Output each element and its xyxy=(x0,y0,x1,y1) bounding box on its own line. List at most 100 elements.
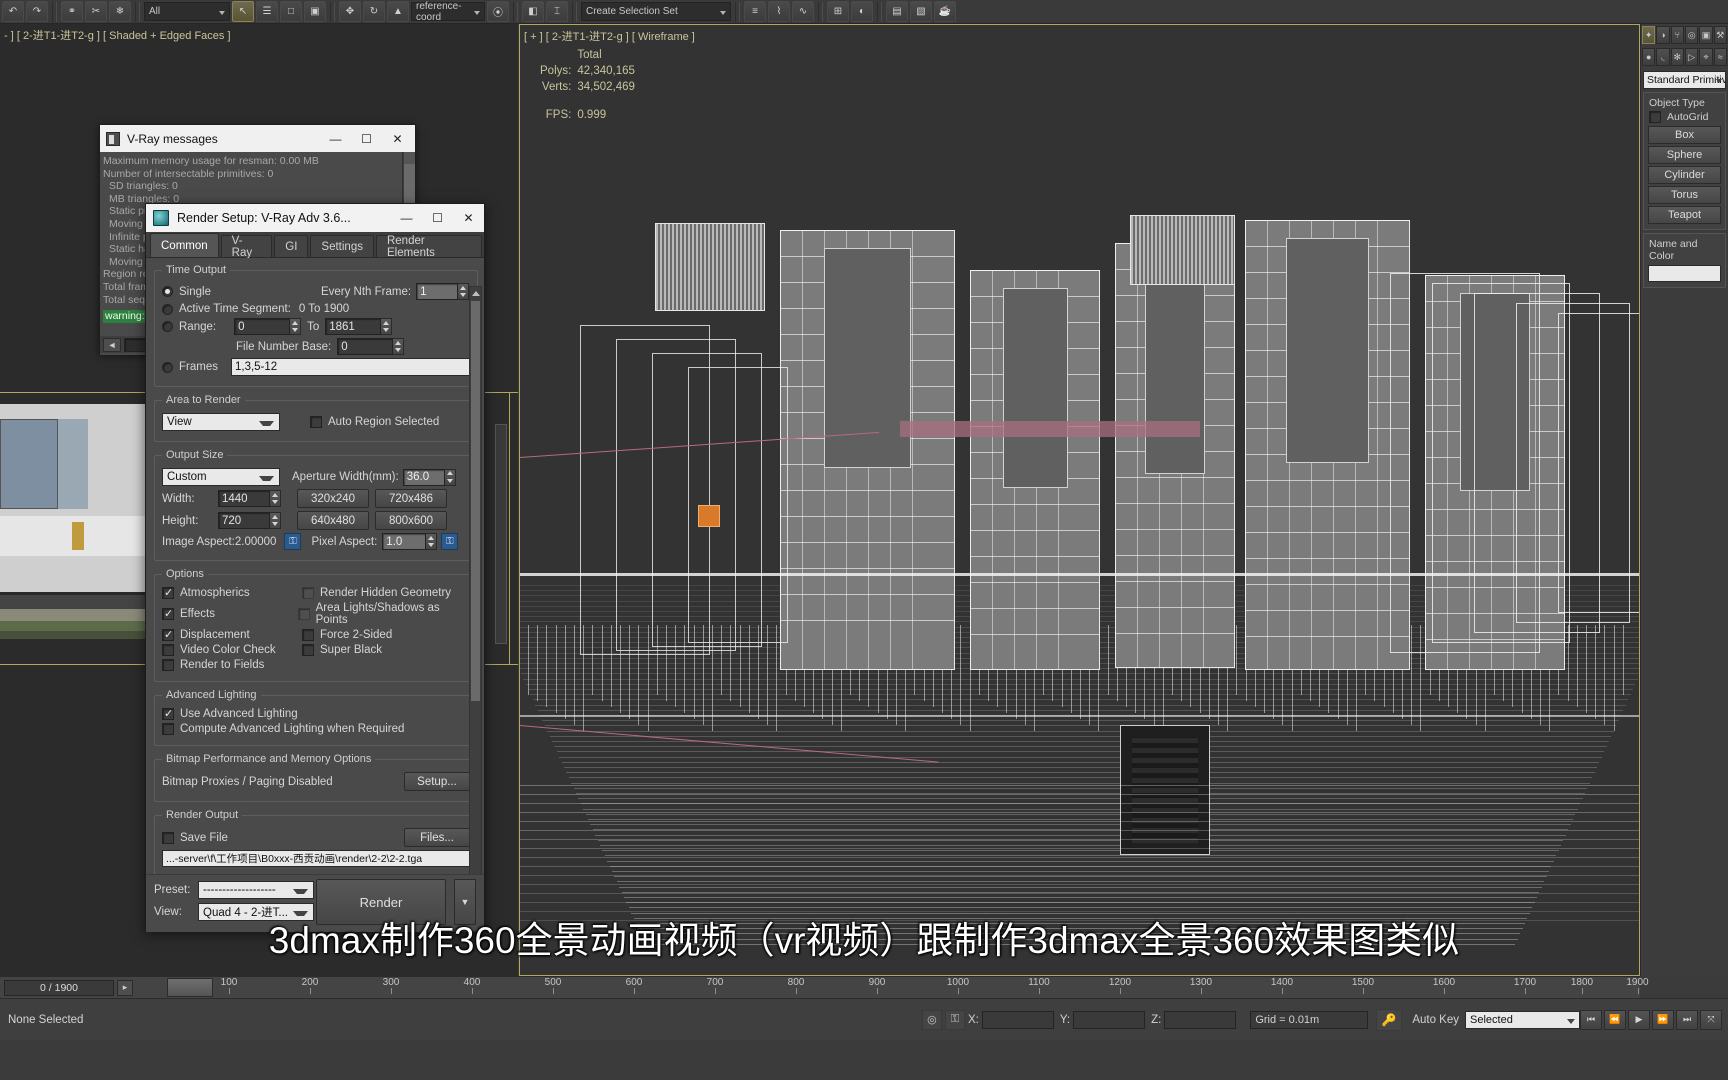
object-button-torus[interactable]: Torus xyxy=(1648,186,1721,204)
bind-space-warp-icon[interactable]: ❄ xyxy=(109,1,131,22)
scrollbar-thumb[interactable] xyxy=(404,164,415,206)
graph-editor-icon[interactable]: ⌇ xyxy=(768,1,790,22)
maximize-icon[interactable]: ☐ xyxy=(351,126,382,151)
main-toolbar[interactable]: ↶ ↷ ⚭ ✂ ❄ All ↖ ☰ □ ▣ ✥ ↻ ▲ reference-co… xyxy=(0,0,1728,24)
preset-combo[interactable]: ------------------- xyxy=(198,881,314,899)
preset-640x480-button[interactable]: 640x480 xyxy=(297,511,369,530)
window-crossing-icon[interactable]: ▣ xyxy=(304,1,326,22)
render-production-icon[interactable]: ☕ xyxy=(934,1,956,22)
render-button[interactable]: Render xyxy=(316,879,446,925)
displacement-checkbox[interactable] xyxy=(162,628,174,641)
tab-gi[interactable]: GI xyxy=(274,235,309,257)
tab-motion-icon[interactable]: ◎ xyxy=(1684,26,1699,44)
name-and-color-header[interactable]: Name and Color xyxy=(1647,237,1722,263)
category-shapes-icon[interactable]: ◟ xyxy=(1656,48,1670,66)
render-output-path-field[interactable]: ...-server\f\工作项目\B0xxx-西贡动画\render\2-2\… xyxy=(162,850,470,867)
auto-key-label[interactable]: Auto Key xyxy=(1412,1014,1459,1026)
radio-active-time-segment[interactable] xyxy=(162,303,173,315)
active-time-segment-row[interactable]: Active Time Segment: 0 To 1900 xyxy=(162,303,470,315)
render-setup-dialog[interactable]: Render Setup: V-Ray Adv 3.6... — ☐ ✕ Com… xyxy=(145,203,485,932)
single-row[interactable]: Single Every Nth Frame: 1 xyxy=(162,283,470,300)
curve-editor-icon[interactable]: ∿ xyxy=(792,1,814,22)
height-input[interactable]: 720 xyxy=(218,512,270,529)
radio-range[interactable] xyxy=(162,321,173,332)
preset-800x600-button[interactable]: 800x600 xyxy=(375,511,447,530)
video-color-check-checkbox[interactable] xyxy=(162,644,174,656)
coordinate-y[interactable]: Y: xyxy=(1060,1010,1146,1029)
files-button[interactable]: Files... xyxy=(404,828,470,847)
scrollbar-thumb[interactable] xyxy=(471,301,480,701)
render-setup-scrollbar[interactable] xyxy=(469,286,482,932)
select-link-icon[interactable]: ⚭ xyxy=(61,1,83,22)
every-nth-frame-input[interactable]: 1 xyxy=(416,283,459,300)
select-and-scale-icon[interactable]: ▲ xyxy=(387,1,409,22)
rectangular-selection-icon[interactable]: □ xyxy=(280,1,302,22)
previous-frame-icon[interactable]: ⏪ xyxy=(1604,1009,1626,1030)
radio-frames[interactable] xyxy=(162,361,173,373)
bitmap-setup-button[interactable]: Setup... xyxy=(404,772,470,791)
next-frame-icon[interactable]: ⏩ xyxy=(1652,1009,1674,1030)
select-object-icon[interactable]: ↖ xyxy=(232,1,254,22)
file-number-base-input[interactable]: 0 xyxy=(337,338,394,355)
output-path-row[interactable]: ...-server\f\工作项目\B0xxx-西贡动画\render\2-2\… xyxy=(162,850,470,867)
maximize-icon[interactable]: ☐ xyxy=(422,206,453,231)
category-helpers-icon[interactable]: ⌖ xyxy=(1699,48,1713,66)
super-black-checkbox[interactable] xyxy=(302,644,314,656)
subcategory-combo[interactable]: Standard Primitives xyxy=(1643,71,1726,89)
object-button-cylinder[interactable]: Cylinder xyxy=(1648,166,1721,184)
tab-settings[interactable]: Settings xyxy=(310,235,374,257)
output-size-preset-combo[interactable]: Custom xyxy=(162,468,280,486)
area-to-render-combo[interactable]: View xyxy=(162,413,280,431)
object-button-teapot[interactable]: Teapot xyxy=(1648,206,1721,224)
playback-controls[interactable]: ⏮ ⏪ ▶ ⏩ ⏭ ⤧ xyxy=(1580,1009,1728,1030)
close-icon[interactable]: ✕ xyxy=(382,126,413,151)
effects-checkbox[interactable] xyxy=(162,607,174,620)
named-selection-sets-combo[interactable]: Create Selection Set xyxy=(581,2,731,21)
range-from-input[interactable]: 0 xyxy=(234,318,291,335)
frame-next-icon[interactable]: ▸ xyxy=(117,979,133,996)
coordinate-z[interactable]: Z: xyxy=(1151,1010,1237,1029)
select-by-name-icon[interactable]: ☰ xyxy=(256,1,278,22)
preset-320x240-button[interactable]: 320x240 xyxy=(297,489,369,508)
render-setup-tabs[interactable]: Common V-Ray GI Settings Render Elements xyxy=(146,232,484,259)
go-to-end-icon[interactable]: ⏭ xyxy=(1676,1009,1698,1030)
options-row[interactable]: Render to Fields xyxy=(162,659,470,671)
close-icon[interactable]: ✕ xyxy=(453,206,484,231)
category-cameras-icon[interactable]: ▷ xyxy=(1684,48,1699,66)
every-nth-frame-spinner[interactable] xyxy=(458,283,470,300)
render-to-fields-checkbox[interactable] xyxy=(162,659,174,671)
use-advanced-lighting-checkbox[interactable] xyxy=(162,707,174,720)
area-to-render-row[interactable]: View Auto Region Selected xyxy=(162,413,470,431)
key-filter-combo[interactable]: Selected xyxy=(1465,1010,1580,1029)
options-row[interactable]: Effects Area Lights/Shadows as Points xyxy=(162,602,470,626)
autogrid-checkbox[interactable] xyxy=(1649,111,1661,123)
image-aspect-lock-icon[interactable]: ⚿ xyxy=(284,533,302,550)
tab-create-icon[interactable]: ✦ xyxy=(1642,26,1656,44)
file-number-base-spinner[interactable] xyxy=(393,338,405,355)
range-from-spinner[interactable] xyxy=(290,318,302,335)
rendered-frame-window-icon[interactable]: ▧ xyxy=(910,1,932,22)
preset-720x486-button[interactable]: 720x486 xyxy=(375,489,447,508)
undo-icon[interactable]: ↶ xyxy=(2,1,24,22)
auto-region-selected-checkbox[interactable] xyxy=(310,416,322,428)
frames-input[interactable]: 1,3,5-12 xyxy=(230,358,470,376)
pin-stack-icon[interactable]: ◎ xyxy=(921,1009,942,1030)
save-file-row[interactable]: Save File Files... xyxy=(162,828,470,847)
transform-lock-icon[interactable]: ⚿ xyxy=(944,1009,965,1030)
key-mode-toggle-icon[interactable]: ⤧ xyxy=(1700,1009,1722,1030)
viewport-wireframe[interactable]: [ + ] [ 2-进T1-进T2-g ] [ Wireframe ] Tota… xyxy=(519,24,1640,976)
viewport-left-label[interactable]: - ] [ 2-进T1-进T2-g ] [ Shaded + Edged Fac… xyxy=(4,27,231,43)
height-row[interactable]: Height: 720 640x480 800x600 xyxy=(162,511,470,530)
tab-vray[interactable]: V-Ray xyxy=(220,235,273,259)
play-animation-icon[interactable]: ▶ xyxy=(1628,1009,1650,1030)
width-input[interactable]: 1440 xyxy=(218,490,270,507)
minimize-icon[interactable]: — xyxy=(320,126,351,151)
select-and-rotate-icon[interactable]: ↻ xyxy=(363,1,385,22)
align-icon[interactable]: ⌶ xyxy=(546,1,568,22)
atmospherics-checkbox[interactable] xyxy=(162,586,174,599)
viewport-right-label[interactable]: [ + ] [ 2-进T1-进T2-g ] [ Wireframe ] xyxy=(524,28,695,44)
compute-advanced-lighting-checkbox[interactable] xyxy=(162,723,174,735)
options-row[interactable]: Displacement Force 2-Sided xyxy=(162,628,470,641)
file-number-base-row[interactable]: File Number Base: 0 xyxy=(162,338,470,355)
material-editor-icon[interactable]: ◐ xyxy=(851,1,873,22)
